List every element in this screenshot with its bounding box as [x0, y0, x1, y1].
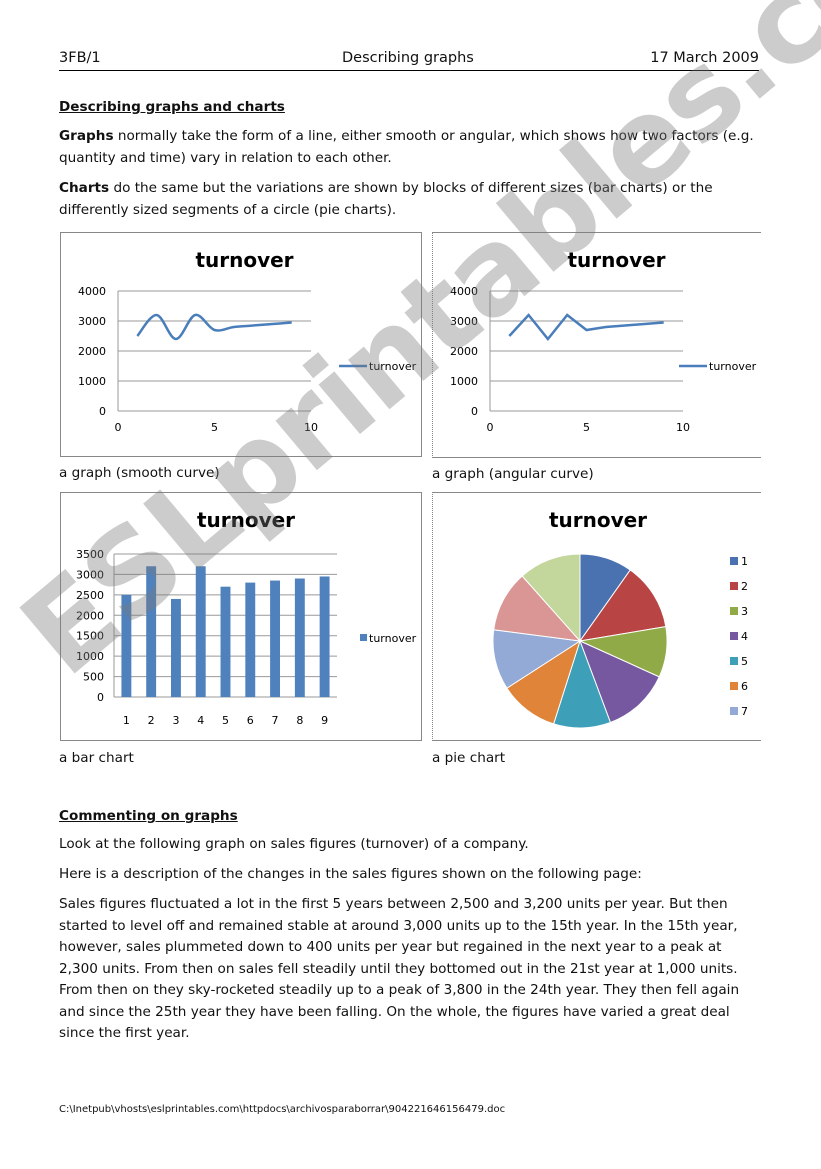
y-tick-label: 1500: [76, 630, 104, 643]
legend-swatch: [730, 657, 738, 665]
legend-swatch: [360, 634, 367, 641]
section-heading-commenting: Commenting on graphs: [59, 808, 238, 824]
legend-swatch: [730, 707, 738, 715]
x-tick-label: 8: [296, 714, 303, 727]
y-tick-label: 1000: [76, 650, 104, 663]
bar: [270, 580, 281, 697]
section-heading: Describing graphs and charts: [59, 99, 285, 115]
x-tick-label: 3: [172, 714, 179, 727]
y-tick-label: 4000: [78, 285, 106, 298]
bar: [294, 578, 305, 697]
y-tick-label: 0: [97, 691, 104, 704]
pie-chart: turnover 1 2 3 4 5 6 7: [432, 492, 761, 741]
x-tick-label: 10: [676, 421, 690, 434]
legend-label: 4: [741, 630, 748, 643]
chart-title: turnover: [567, 248, 665, 272]
y-tick-label: 1000: [450, 375, 478, 388]
x-tick-label: 4: [197, 714, 204, 727]
caption-angular: a graph (angular curve): [432, 466, 594, 482]
text: do the same but the variations are shown…: [59, 180, 713, 218]
paragraph-charts: Charts do the same but the variations ar…: [59, 178, 764, 221]
chart-svg: turnover 0 1000 2000 3000 4000 0 5 10 turnover: [78, 248, 417, 434]
legend-label: turnover: [709, 360, 757, 373]
x-tick-label: 7: [272, 714, 279, 727]
chart-svg: turnover 0 500 1000 1500 2000 2500 3000 3500 1 2 3 4…: [76, 508, 417, 727]
x-tick-label: 5: [583, 421, 590, 434]
file-path-footer: C:\Inetpub\vhosts\eslprintables.com\http…: [59, 1104, 506, 1115]
y-tick-label: 2000: [78, 345, 106, 358]
chart-svg: turnover 0 1000 2000 3000 4000 0 5 10 turnover: [450, 248, 757, 434]
legend-label: 2: [741, 580, 748, 593]
legend-label: turnover: [369, 360, 417, 373]
header-left: 3FB/1: [59, 50, 101, 66]
x-tick-label: 0: [115, 421, 122, 434]
y-tick-label: 1000: [78, 375, 106, 388]
y-tick-label: 2000: [450, 345, 478, 358]
legend-label: 7: [741, 705, 748, 718]
x-tick-label: 0: [487, 421, 494, 434]
x-tick-label: 6: [247, 714, 254, 727]
x-tick-label: 10: [304, 421, 318, 434]
bar: [121, 594, 132, 697]
x-tick-label: 5: [222, 714, 229, 727]
x-tick-label: 5: [211, 421, 218, 434]
chart-title: turnover: [549, 508, 647, 532]
series-line: [508, 313, 664, 341]
header-rule: [59, 70, 759, 71]
y-tick-label: 500: [83, 671, 104, 684]
series-line: [136, 313, 292, 341]
document-page: 3FB/1 Describing graphs 17 March 2009 De…: [0, 0, 821, 1169]
bar: [319, 576, 330, 697]
bar: [220, 586, 231, 697]
legend-label: turnover: [369, 632, 417, 645]
legend-swatch: [730, 632, 738, 640]
legend-label: 6: [741, 680, 748, 693]
y-tick-label: 4000: [450, 285, 478, 298]
chart-svg: turnover 1 2 3 4 5 6 7: [492, 508, 748, 729]
legend-label: 1: [741, 555, 748, 568]
header-date: 17 March 2009: [650, 50, 759, 66]
bar: [146, 566, 157, 697]
text: normally take the form of a line, either…: [59, 128, 754, 166]
legend-swatch: [730, 607, 738, 615]
legend-label: 3: [741, 605, 748, 618]
chart-title: turnover: [197, 508, 295, 532]
term: Graphs: [59, 128, 114, 144]
y-tick-label: 0: [471, 405, 478, 418]
legend-swatch: [730, 582, 738, 590]
term: Charts: [59, 180, 110, 196]
header-title: Describing graphs: [342, 50, 474, 66]
bar: [195, 566, 206, 697]
x-tick-label: 9: [321, 714, 328, 727]
bar: [170, 598, 181, 697]
x-tick-label: 1: [123, 714, 130, 727]
legend-label: 5: [741, 655, 748, 668]
legend-swatch: [730, 557, 738, 565]
paragraph: Look at the following graph on sales fig…: [59, 836, 529, 852]
y-tick-label: 3500: [76, 548, 104, 561]
y-tick-label: 3000: [450, 315, 478, 328]
angular-line-chart: turnover 0 1000 2000 3000 4000 0 5 10 turnover: [432, 232, 761, 458]
caption-smooth: a graph (smooth curve): [59, 465, 220, 481]
paragraph: Here is a description of the changes in …: [59, 866, 642, 882]
paragraph-description: Sales figures fluctuated a lot in the fi…: [59, 896, 740, 1041]
x-tick-label: 2: [148, 714, 155, 727]
chart-title: turnover: [195, 248, 293, 272]
legend-swatch: [730, 682, 738, 690]
y-tick-label: 2500: [76, 589, 104, 602]
y-tick-label: 3000: [78, 315, 106, 328]
y-tick-label: 0: [99, 405, 106, 418]
bar-chart: turnover 0 500 1000 1500 2000 2500 3000 3500 1 2 3 4…: [60, 492, 422, 741]
y-tick-label: 3000: [76, 568, 104, 581]
smooth-line-chart: turnover 0 1000 2000 3000 4000 0 5 10 turnover: [60, 232, 422, 457]
caption-bar: a bar chart: [59, 750, 134, 766]
bar: [245, 582, 256, 697]
paragraph-graphs: Graphs normally take the form of a line,…: [59, 126, 764, 169]
caption-pie: a pie chart: [432, 750, 506, 766]
y-tick-label: 2000: [76, 609, 104, 622]
